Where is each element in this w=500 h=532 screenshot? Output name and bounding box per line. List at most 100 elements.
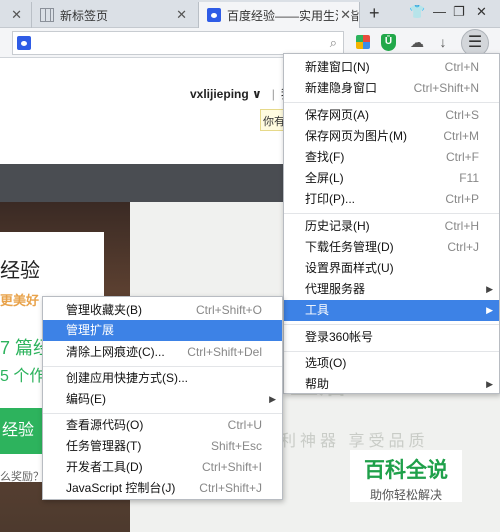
- menu-item-label: JavaScript 控制台(J): [66, 481, 176, 495]
- tab-bar: ✕ 新标签页 ✕ 百度经验——实用生活指 ✕ + 👕 — ❐ ✕: [0, 0, 500, 28]
- menu-item-label: 全屏(L): [305, 171, 344, 185]
- notice-tip[interactable]: 你有: [260, 109, 284, 131]
- menu-item-new-window[interactable]: 新建窗口(N) Ctrl+N: [284, 57, 499, 78]
- menu-item-label: 管理收藏夹(B): [66, 303, 142, 317]
- submenu-item-developer-tools[interactable]: 开发者工具(D) Ctrl+Shift+I: [43, 457, 282, 478]
- skin-shirt-icon[interactable]: 👕: [409, 4, 425, 20]
- menu-item-label: 历史记录(H): [305, 219, 370, 233]
- security-shield-icon[interactable]: Ū: [381, 34, 396, 51]
- username-link[interactable]: vxlijieping ∨: [190, 87, 262, 101]
- menu-separator: [284, 102, 499, 103]
- menu-item-tools[interactable]: 工具 ▶: [284, 300, 499, 321]
- baike-subtitle: 助你轻松解决: [369, 488, 442, 502]
- submenu-item-view-source[interactable]: 查看源代码(O) Ctrl+U: [43, 415, 282, 436]
- menu-item-label: 新建窗口(N): [305, 60, 370, 74]
- submenu-arrow-icon: ▶: [486, 379, 493, 389]
- hamburger-icon: ☰: [467, 34, 483, 51]
- menu-item-save-as-image[interactable]: 保存网页为图片(M) Ctrl+M: [284, 126, 499, 147]
- menu-item-shortcut: Ctrl+Shift+I: [201, 460, 262, 474]
- menu-item-shortcut: Ctrl+M: [443, 129, 479, 143]
- menu-item-label: 工具: [305, 303, 330, 317]
- menu-separator: [284, 324, 499, 325]
- separator: |: [271, 87, 275, 101]
- menu-item-shortcut: Ctrl+P: [445, 192, 479, 206]
- submenu-item-clear-browsing-data[interactable]: 清除上网痕迹(C)... Ctrl+Shift+Del: [43, 342, 282, 363]
- hero-subtitle: 更美好: [0, 293, 40, 308]
- submenu-arrow-icon: ▶: [486, 305, 493, 315]
- submenu-item-task-manager[interactable]: 任务管理器(T) Shift+Esc: [43, 436, 282, 457]
- tab-new-tab[interactable]: 新标签页 ✕: [31, 2, 195, 28]
- menu-item-shortcut: Ctrl+Shift+Del: [187, 345, 262, 359]
- new-tab-plus-icon[interactable]: +: [369, 3, 380, 24]
- tools-submenu: 管理收藏夹(B) Ctrl+Shift+O 管理扩展 清除上网痕迹(C)... Ct…: [42, 296, 283, 500]
- menu-item-label: 选项(O): [305, 356, 347, 370]
- menu-separator: [43, 413, 282, 414]
- menu-item-shortcut: Ctrl+Shift+J: [199, 481, 262, 495]
- menu-item-print[interactable]: 打印(P)... Ctrl+P: [284, 189, 499, 210]
- menu-item-shortcut: Ctrl+Shift+O: [195, 303, 262, 317]
- url-input[interactable]: [35, 34, 320, 52]
- menu-item-label: 创建应用快捷方式(S)...: [66, 371, 188, 385]
- window-close-icon[interactable]: ✕: [476, 4, 487, 20]
- menu-item-label: 查找(F): [305, 150, 345, 164]
- close-icon[interactable]: ✕: [338, 7, 351, 23]
- submenu-item-manage-extensions[interactable]: 管理扩展: [43, 320, 282, 341]
- menu-item-shortcut: Ctrl+F: [446, 150, 479, 164]
- menu-item-fullscreen[interactable]: 全屏(L) F11: [284, 168, 499, 189]
- hero-share-button[interactable]: 经验: [0, 408, 46, 454]
- hero-background-slogan: 利神器 享受品质: [280, 433, 429, 450]
- menu-item-label: 代理服务器: [305, 282, 366, 296]
- baike-title: 百科全说: [364, 459, 448, 482]
- menu-item-shortcut: Ctrl+N: [444, 60, 479, 74]
- baike-logo[interactable]: 百科全说 助你轻松解决: [350, 450, 462, 502]
- menu-item-login-360[interactable]: 登录360帐号: [284, 327, 499, 348]
- maximize-icon[interactable]: ❐: [453, 4, 465, 20]
- menu-item-shortcut: Ctrl+S: [445, 108, 479, 122]
- search-icon[interactable]: ⌕: [330, 35, 337, 51]
- menu-item-save-page[interactable]: 保存网页(A) Ctrl+S: [284, 105, 499, 126]
- menu-item-label: 任务管理器(T): [66, 439, 142, 453]
- menu-item-shortcut: Ctrl+Shift+N: [413, 81, 479, 95]
- menu-item-shortcut: Ctrl+H: [444, 219, 479, 233]
- menu-item-label: 新建隐身窗口: [305, 81, 378, 95]
- menu-item-help[interactable]: 帮助 ▶: [284, 374, 499, 395]
- menu-item-shortcut: F11: [459, 171, 479, 185]
- menu-item-label: 查看源代码(O): [66, 418, 144, 432]
- submenu-item-js-console[interactable]: JavaScript 控制台(J) Ctrl+Shift+J: [43, 478, 282, 499]
- menu-item-label: 设置界面样式(U): [305, 261, 394, 275]
- close-icon[interactable]: ✕: [176, 7, 187, 23]
- menu-item-downloads[interactable]: 下载任务管理(D) Ctrl+J: [284, 237, 499, 258]
- tab-baidu-jingyan[interactable]: 百度经验——实用生活指 ✕: [198, 2, 360, 28]
- url-box[interactable]: ⌕: [12, 31, 344, 55]
- menu-separator: [284, 351, 499, 352]
- menu-item-interface-style[interactable]: 设置界面样式(U): [284, 258, 499, 279]
- menu-item-shortcut: Ctrl+U: [227, 418, 262, 432]
- menu-item-label: 打印(P)...: [305, 192, 355, 206]
- hero-reward-link[interactable]: 么奖励？: [0, 468, 44, 484]
- hero-title: 经验: [0, 260, 40, 282]
- submenu-item-create-shortcut[interactable]: 创建应用快捷方式(S)...: [43, 368, 282, 389]
- submenu-arrow-icon: ▶: [269, 394, 276, 404]
- baidu-paw-icon: [207, 8, 221, 22]
- tab-partial[interactable]: ✕: [0, 2, 30, 28]
- menu-separator: [43, 366, 282, 367]
- menu-item-options[interactable]: 选项(O): [284, 353, 499, 374]
- close-icon[interactable]: ✕: [11, 7, 22, 23]
- menu-item-label: 开发者工具(D): [66, 460, 143, 474]
- main-menu: 新建窗口(N) Ctrl+N 新建隐身窗口 Ctrl+Shift+N 保存网页(A)…: [283, 53, 500, 394]
- apps-grid-icon[interactable]: [356, 35, 370, 49]
- submenu-item-manage-favorites[interactable]: 管理收藏夹(B) Ctrl+Shift+O: [43, 300, 282, 321]
- cloud-icon[interactable]: ☁: [408, 33, 426, 51]
- submenu-item-encoding[interactable]: 编码(E) ▶: [43, 389, 282, 410]
- menu-item-find[interactable]: 查找(F) Ctrl+F: [284, 147, 499, 168]
- menu-item-label: 保存网页(A): [305, 108, 369, 122]
- site-favicon-icon: [17, 36, 31, 50]
- menu-item-proxy[interactable]: 代理服务器 ▶: [284, 279, 499, 300]
- minimize-icon[interactable]: —: [433, 4, 446, 19]
- menu-item-new-incognito-window[interactable]: 新建隐身窗口 Ctrl+Shift+N: [284, 78, 499, 99]
- download-icon[interactable]: ↓: [434, 33, 452, 51]
- menu-item-label: 帮助: [305, 377, 330, 391]
- menu-item-label: 保存网页为图片(M): [305, 129, 407, 143]
- menu-item-history[interactable]: 历史记录(H) Ctrl+H: [284, 216, 499, 237]
- submenu-arrow-icon: ▶: [486, 284, 493, 294]
